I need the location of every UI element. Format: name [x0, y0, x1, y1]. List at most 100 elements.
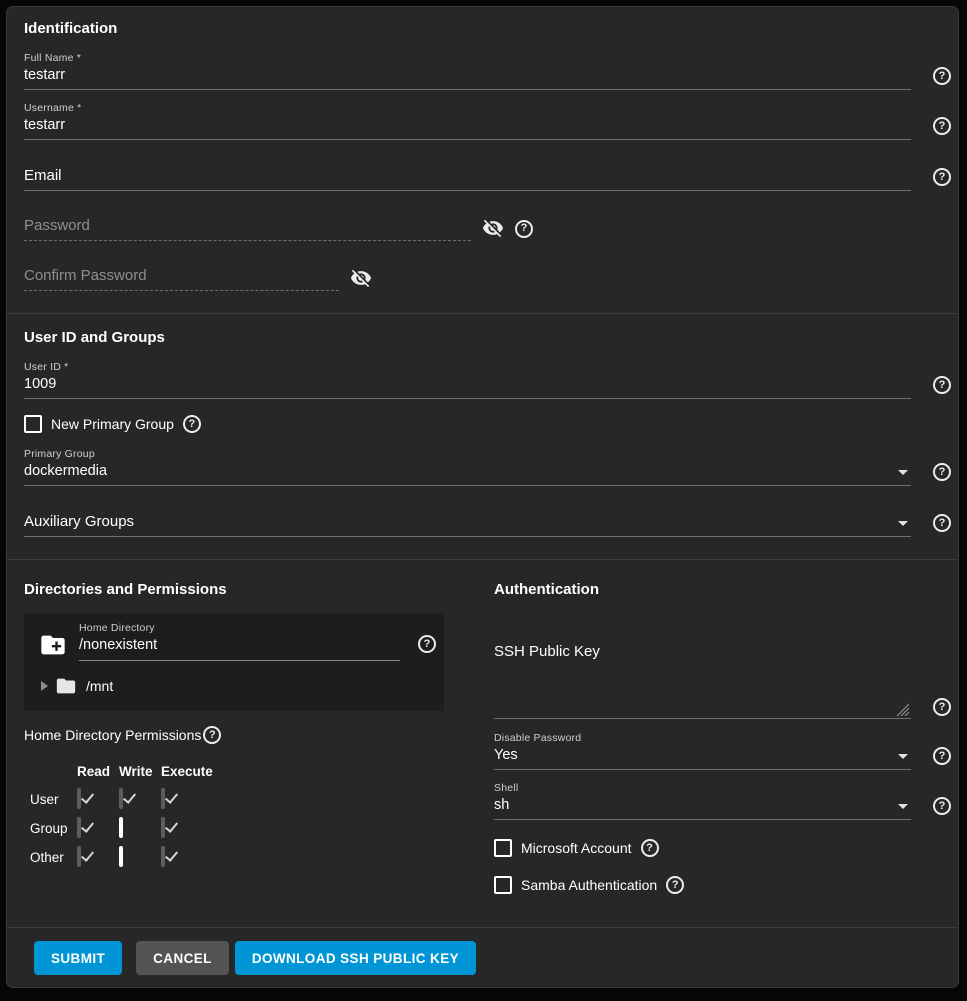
password-field[interactable]: Password — [24, 216, 471, 241]
help-icon[interactable]: ? — [515, 220, 533, 238]
tree-item-label[interactable]: /mnt — [86, 678, 113, 694]
user-id-field[interactable]: User ID * 1009 — [24, 361, 911, 399]
permissions-col-read: Read — [77, 764, 119, 779]
user-id-groups-title: User ID and Groups — [24, 329, 958, 346]
help-icon[interactable]: ? — [418, 635, 436, 653]
samba-authentication-label[interactable]: Samba Authentication — [521, 877, 657, 893]
ssh-public-key-row: SSH Public Key ? — [494, 613, 952, 719]
home-directory-field[interactable]: Home Directory /nonexistent — [79, 622, 400, 661]
checkbox-group-write[interactable] — [119, 817, 123, 838]
identification-title: Identification — [24, 20, 958, 37]
disable-password-row: Disable Password Yes ? — [494, 732, 952, 770]
disable-password-label: Disable Password — [494, 732, 911, 744]
microsoft-account-checkbox[interactable] — [494, 839, 512, 857]
microsoft-account-label[interactable]: Microsoft Account — [521, 840, 632, 856]
ssh-public-key-value[interactable] — [494, 660, 911, 718]
shell-select[interactable]: Shell sh — [494, 782, 911, 820]
home-directory-input[interactable]: /nonexistent — [79, 636, 400, 654]
auxiliary-groups-row: Auxiliary Groups ? — [7, 512, 958, 537]
permission-row: Group — [24, 819, 462, 837]
expand-arrow-icon[interactable] — [41, 681, 48, 691]
new-primary-group-row: New Primary Group ? — [7, 415, 958, 433]
permission-row-label: User — [24, 792, 77, 807]
tree-item-mnt[interactable]: /mnt — [37, 675, 436, 697]
permission-row-label: Group — [24, 821, 77, 836]
full-name-label: Full Name * — [24, 52, 911, 64]
chevron-down-icon[interactable] — [898, 470, 908, 475]
checkbox-other-write[interactable] — [119, 846, 123, 867]
username-row: Username * testarr ? — [7, 102, 958, 140]
permission-row-label: Other — [24, 850, 77, 865]
ssh-public-key-textarea[interactable]: SSH Public Key — [494, 643, 911, 719]
disable-password-value[interactable]: Yes — [494, 746, 911, 764]
help-icon[interactable]: ? — [933, 376, 951, 394]
directories-title: Directories and Permissions — [24, 581, 462, 598]
checkbox-user-read[interactable] — [77, 788, 81, 809]
visibility-off-icon[interactable] — [350, 267, 372, 289]
help-icon[interactable]: ? — [203, 726, 221, 744]
help-icon[interactable]: ? — [641, 839, 659, 857]
chevron-down-icon[interactable] — [898, 754, 908, 759]
chevron-down-icon[interactable] — [898, 804, 908, 809]
checkbox-user-execute[interactable] — [161, 788, 165, 809]
confirm-password-placeholder: Confirm Password — [24, 267, 147, 284]
checkbox-group-execute[interactable] — [161, 817, 165, 838]
primary-group-value[interactable]: dockermedia — [24, 462, 911, 480]
full-name-row: Full Name * testarr ? — [7, 52, 958, 90]
samba-authentication-checkbox[interactable] — [494, 876, 512, 894]
help-icon[interactable]: ? — [933, 67, 951, 85]
create-folder-icon[interactable] — [37, 631, 69, 659]
download-ssh-public-key-button[interactable]: DOWNLOAD SSH PUBLIC KEY — [235, 941, 476, 975]
permissions-col-execute: Execute — [161, 764, 203, 779]
full-name-input[interactable]: testarr — [24, 66, 911, 84]
section-identification: Identification Full Name * testarr ? Use… — [7, 7, 958, 314]
email-label: Email — [24, 166, 911, 185]
new-primary-group-label[interactable]: New Primary Group — [51, 416, 174, 432]
permission-row: User — [24, 790, 462, 808]
shell-value[interactable]: sh — [494, 796, 911, 814]
shell-row: Shell sh ? — [494, 782, 952, 820]
confirm-password-row: Confirm Password — [7, 266, 958, 291]
primary-group-label: Primary Group — [24, 448, 911, 460]
resize-handle-icon[interactable] — [896, 703, 909, 716]
help-icon[interactable]: ? — [666, 876, 684, 894]
submit-button[interactable]: SUBMIT — [34, 941, 122, 975]
shell-label: Shell — [494, 782, 911, 794]
help-icon[interactable]: ? — [933, 463, 951, 481]
visibility-off-icon[interactable] — [482, 217, 504, 239]
checkbox-group-read[interactable] — [77, 817, 81, 838]
user-id-input[interactable]: 1009 — [24, 375, 911, 393]
primary-group-select[interactable]: Primary Group dockermedia — [24, 448, 911, 486]
authentication-title: Authentication — [494, 581, 952, 598]
help-icon[interactable]: ? — [933, 747, 951, 765]
authentication-column: Authentication SSH Public Key ? Disable … — [494, 581, 952, 927]
help-icon[interactable]: ? — [933, 514, 951, 532]
password-placeholder: Password — [24, 217, 90, 234]
section-user-id-groups: User ID and Groups User ID * 1009 ? New … — [7, 314, 958, 560]
permissions-header: Read Write Execute — [77, 764, 462, 779]
checkbox-other-execute[interactable] — [161, 846, 165, 867]
email-field[interactable]: Email — [24, 166, 911, 191]
auxiliary-groups-label: Auxiliary Groups — [24, 512, 911, 531]
password-row: Password ? — [7, 216, 958, 241]
permissions-title: Home Directory Permissions — [24, 727, 201, 743]
help-icon[interactable]: ? — [933, 797, 951, 815]
help-icon[interactable]: ? — [183, 415, 201, 433]
disable-password-select[interactable]: Disable Password Yes — [494, 732, 911, 770]
help-icon[interactable]: ? — [933, 698, 951, 716]
checkbox-user-write[interactable] — [119, 788, 123, 809]
full-name-field[interactable]: Full Name * testarr — [24, 52, 911, 90]
help-icon[interactable]: ? — [933, 168, 951, 186]
chevron-down-icon[interactable] — [898, 521, 908, 526]
username-field[interactable]: Username * testarr — [24, 102, 911, 140]
checkbox-other-read[interactable] — [77, 846, 81, 867]
auxiliary-groups-select[interactable]: Auxiliary Groups — [24, 512, 911, 537]
cancel-button[interactable]: CANCEL — [136, 941, 229, 975]
microsoft-account-row: Microsoft Account ? — [494, 839, 952, 857]
confirm-password-field[interactable]: Confirm Password — [24, 266, 339, 291]
home-directory-label: Home Directory — [79, 622, 400, 634]
username-input[interactable]: testarr — [24, 116, 911, 134]
authentication-checkboxes: Microsoft Account ? Samba Authentication… — [494, 839, 952, 894]
new-primary-group-checkbox[interactable] — [24, 415, 42, 433]
help-icon[interactable]: ? — [933, 117, 951, 135]
